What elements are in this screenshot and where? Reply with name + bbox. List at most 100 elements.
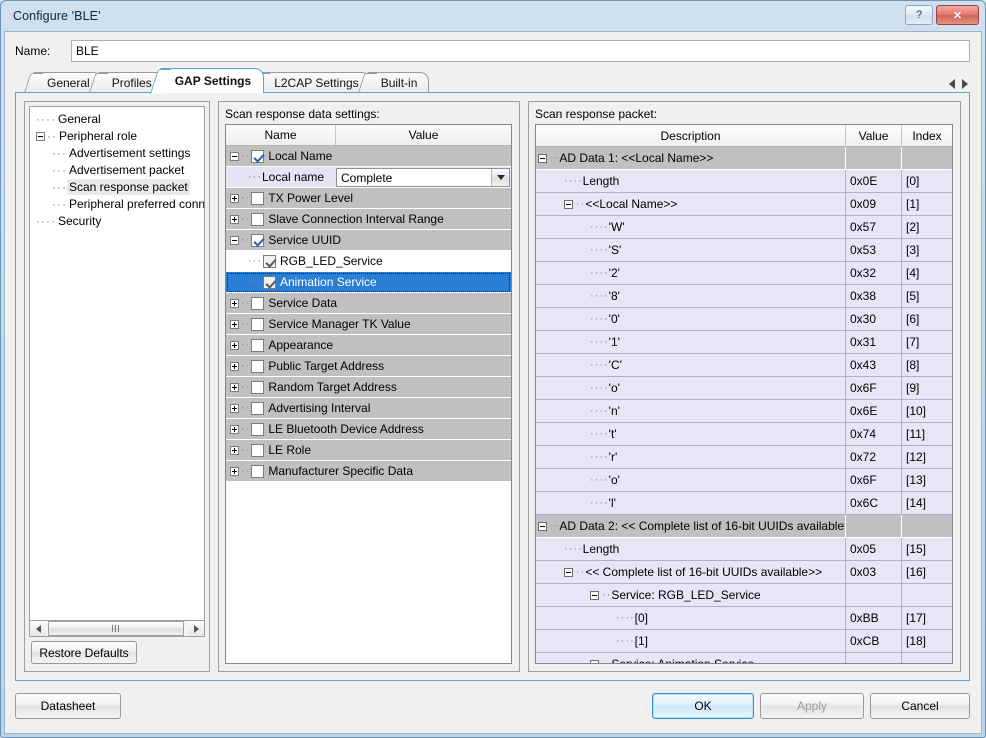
datasheet-button[interactable]: Datasheet: [15, 693, 121, 719]
settings-row[interactable]: ·· LE Role: [226, 440, 511, 461]
checkbox[interactable]: [251, 149, 265, 163]
packet-row[interactable]: ····'o' 0x6F [9]: [536, 377, 952, 400]
scrollbar-thumb[interactable]: [48, 621, 184, 636]
packet-row[interactable]: ····'l' 0x6C [14]: [536, 492, 952, 515]
expand-icon[interactable]: [230, 193, 239, 203]
packet-row[interactable]: ···· 'W' 0x57 [2]: [536, 216, 952, 239]
packet-row[interactable]: ···· Length 0x0E [0]: [536, 170, 952, 193]
packet-row[interactable]: ·· AD Data 2: << Complete list of 16-bit …: [536, 515, 952, 538]
expand-icon[interactable]: [230, 466, 239, 476]
settings-row[interactable]: ·· Manufacturer Specific Data: [226, 461, 511, 482]
packet-row[interactable]: ···· 'C' 0x43 [8]: [536, 354, 952, 377]
close-icon[interactable]: ✕: [936, 5, 979, 25]
settings-row[interactable]: ·· LE Bluetooth Device Address: [226, 419, 511, 440]
collapse-icon[interactable]: [564, 567, 573, 577]
restore-defaults-button[interactable]: Restore Defaults: [31, 641, 137, 664]
packet-row[interactable]: ····'t' 0x74 [11]: [536, 423, 952, 446]
tree-item-peripheral-role[interactable]: ·· Peripheral role: [30, 128, 204, 145]
collapse-icon[interactable]: [538, 153, 547, 163]
expand-icon[interactable]: [230, 403, 239, 413]
ok-button[interactable]: OK: [652, 693, 754, 719]
checkbox[interactable]: [251, 443, 265, 457]
checkbox[interactable]: [251, 212, 265, 226]
cancel-button[interactable]: Cancel: [870, 693, 970, 719]
collapse-icon[interactable]: [590, 659, 599, 663]
packet-row[interactable]: ···· '2' 0x32 [4]: [536, 262, 952, 285]
settings-row[interactable]: ·· TX Power Level: [226, 188, 511, 209]
checkbox[interactable]: [251, 233, 265, 247]
packet-row[interactable]: ···· 'S' 0x53 [3]: [536, 239, 952, 262]
expand-icon[interactable]: [230, 214, 239, 224]
packet-row[interactable]: ·· Service: RGB_LED_Service: [536, 584, 952, 607]
packet-row[interactable]: ·· << Complete list of 16-bit UUIDs avail…: [536, 561, 952, 584]
packet-row[interactable]: ···· [0] 0xBB [17]: [536, 607, 952, 630]
scrollbar-left-arrow-icon[interactable]: [30, 621, 46, 636]
packet-row[interactable]: ····'r' 0x72 [12]: [536, 446, 952, 469]
expand-icon[interactable]: [230, 445, 239, 455]
checkbox[interactable]: [251, 191, 265, 205]
packet-row[interactable]: ·· <<Local Name>> 0x09 [1]: [536, 193, 952, 216]
chevron-down-icon[interactable]: [491, 169, 509, 186]
settings-row[interactable]: ··· Animation Service: [226, 272, 511, 293]
settings-row[interactable]: ·· Appearance: [226, 335, 511, 356]
name-input[interactable]: [71, 40, 970, 62]
help-button[interactable]: ?: [905, 5, 933, 25]
packet-row[interactable]: ···· '0' 0x30 [6]: [536, 308, 952, 331]
scrollbar-track[interactable]: [46, 621, 188, 636]
checkbox[interactable]: [263, 254, 276, 268]
checkbox[interactable]: [251, 401, 265, 415]
tree-item-scan-response-packet[interactable]: ··· Scan response packet: [30, 179, 204, 196]
settings-row[interactable]: ·· Slave Connection Interval Range: [226, 209, 511, 230]
checkbox[interactable]: [263, 275, 276, 289]
settings-row[interactable]: ·· Random Target Address: [226, 377, 511, 398]
packet-row[interactable]: ···· Length 0x05 [15]: [536, 538, 952, 561]
settings-row[interactable]: ··· RGB_LED_Service: [226, 251, 511, 272]
expand-icon[interactable]: [230, 340, 239, 350]
tab-gap-settings[interactable]: GAP Settings: [159, 68, 265, 93]
packet-row[interactable]: ···· [1] 0xCB [18]: [536, 630, 952, 653]
expand-icon[interactable]: [230, 319, 239, 329]
scrollbar-right-arrow-icon[interactable]: [188, 621, 204, 636]
expand-icon[interactable]: [230, 361, 239, 371]
expand-icon[interactable]: [230, 424, 239, 434]
settings-row[interactable]: ·· Service Data: [226, 293, 511, 314]
collapse-icon[interactable]: [564, 199, 573, 209]
collapse-icon[interactable]: [36, 132, 45, 142]
checkbox[interactable]: [251, 464, 265, 478]
settings-row[interactable]: ·· Local Name: [226, 146, 511, 167]
scroll-right-icon[interactable]: [962, 79, 968, 89]
settings-row[interactable]: ·· Public Target Address: [226, 356, 511, 377]
tree-item-general[interactable]: ···· General: [30, 111, 204, 128]
packet-row[interactable]: ·· AD Data 1: <<Local Name>>: [536, 147, 952, 170]
local-name-type-combobox[interactable]: Complete: [336, 168, 510, 187]
tab-built-in[interactable]: Built-in: [366, 72, 430, 93]
checkbox[interactable]: [251, 380, 265, 394]
tree-item-peripheral-preferred-conne[interactable]: ··· Peripheral preferred conne: [30, 196, 204, 213]
checkbox[interactable]: [251, 317, 265, 331]
packet-row[interactable]: ···· '1' 0x31 [7]: [536, 331, 952, 354]
packet-row[interactable]: ·· Service: Animation Service: [536, 653, 952, 663]
settings-tree[interactable]: ···· General ·· Peripheral role ··· Advertise…: [29, 106, 205, 635]
collapse-icon[interactable]: [230, 235, 239, 245]
collapse-icon[interactable]: [590, 590, 599, 600]
expand-icon[interactable]: [230, 298, 239, 308]
tree-item-advertisement-settings[interactable]: ··· Advertisement settings: [30, 145, 204, 162]
settings-row[interactable]: ·· Service UUID: [226, 230, 511, 251]
packet-row[interactable]: ····'o' 0x6F [13]: [536, 469, 952, 492]
checkbox[interactable]: [251, 296, 265, 310]
packet-row[interactable]: ···· '8' 0x38 [5]: [536, 285, 952, 308]
tree-item-security[interactable]: ···· Security: [30, 213, 204, 230]
settings-row[interactable]: ··· Local name Complete: [226, 167, 511, 188]
checkbox[interactable]: [251, 422, 265, 436]
collapse-icon[interactable]: [538, 521, 547, 531]
settings-row[interactable]: ·· Advertising Interval: [226, 398, 511, 419]
settings-row[interactable]: ·· Service Manager TK Value: [226, 314, 511, 335]
checkbox[interactable]: [251, 359, 265, 373]
checkbox[interactable]: [251, 338, 265, 352]
tab-l2cap-settings[interactable]: L2CAP Settings: [260, 72, 371, 93]
expand-icon[interactable]: [230, 382, 239, 392]
tree-horizontal-scrollbar[interactable]: [29, 620, 205, 637]
scroll-left-icon[interactable]: [949, 79, 955, 89]
packet-row[interactable]: ····'n' 0x6E [10]: [536, 400, 952, 423]
tree-item-advertisement-packet[interactable]: ··· Advertisement packet: [30, 162, 204, 179]
